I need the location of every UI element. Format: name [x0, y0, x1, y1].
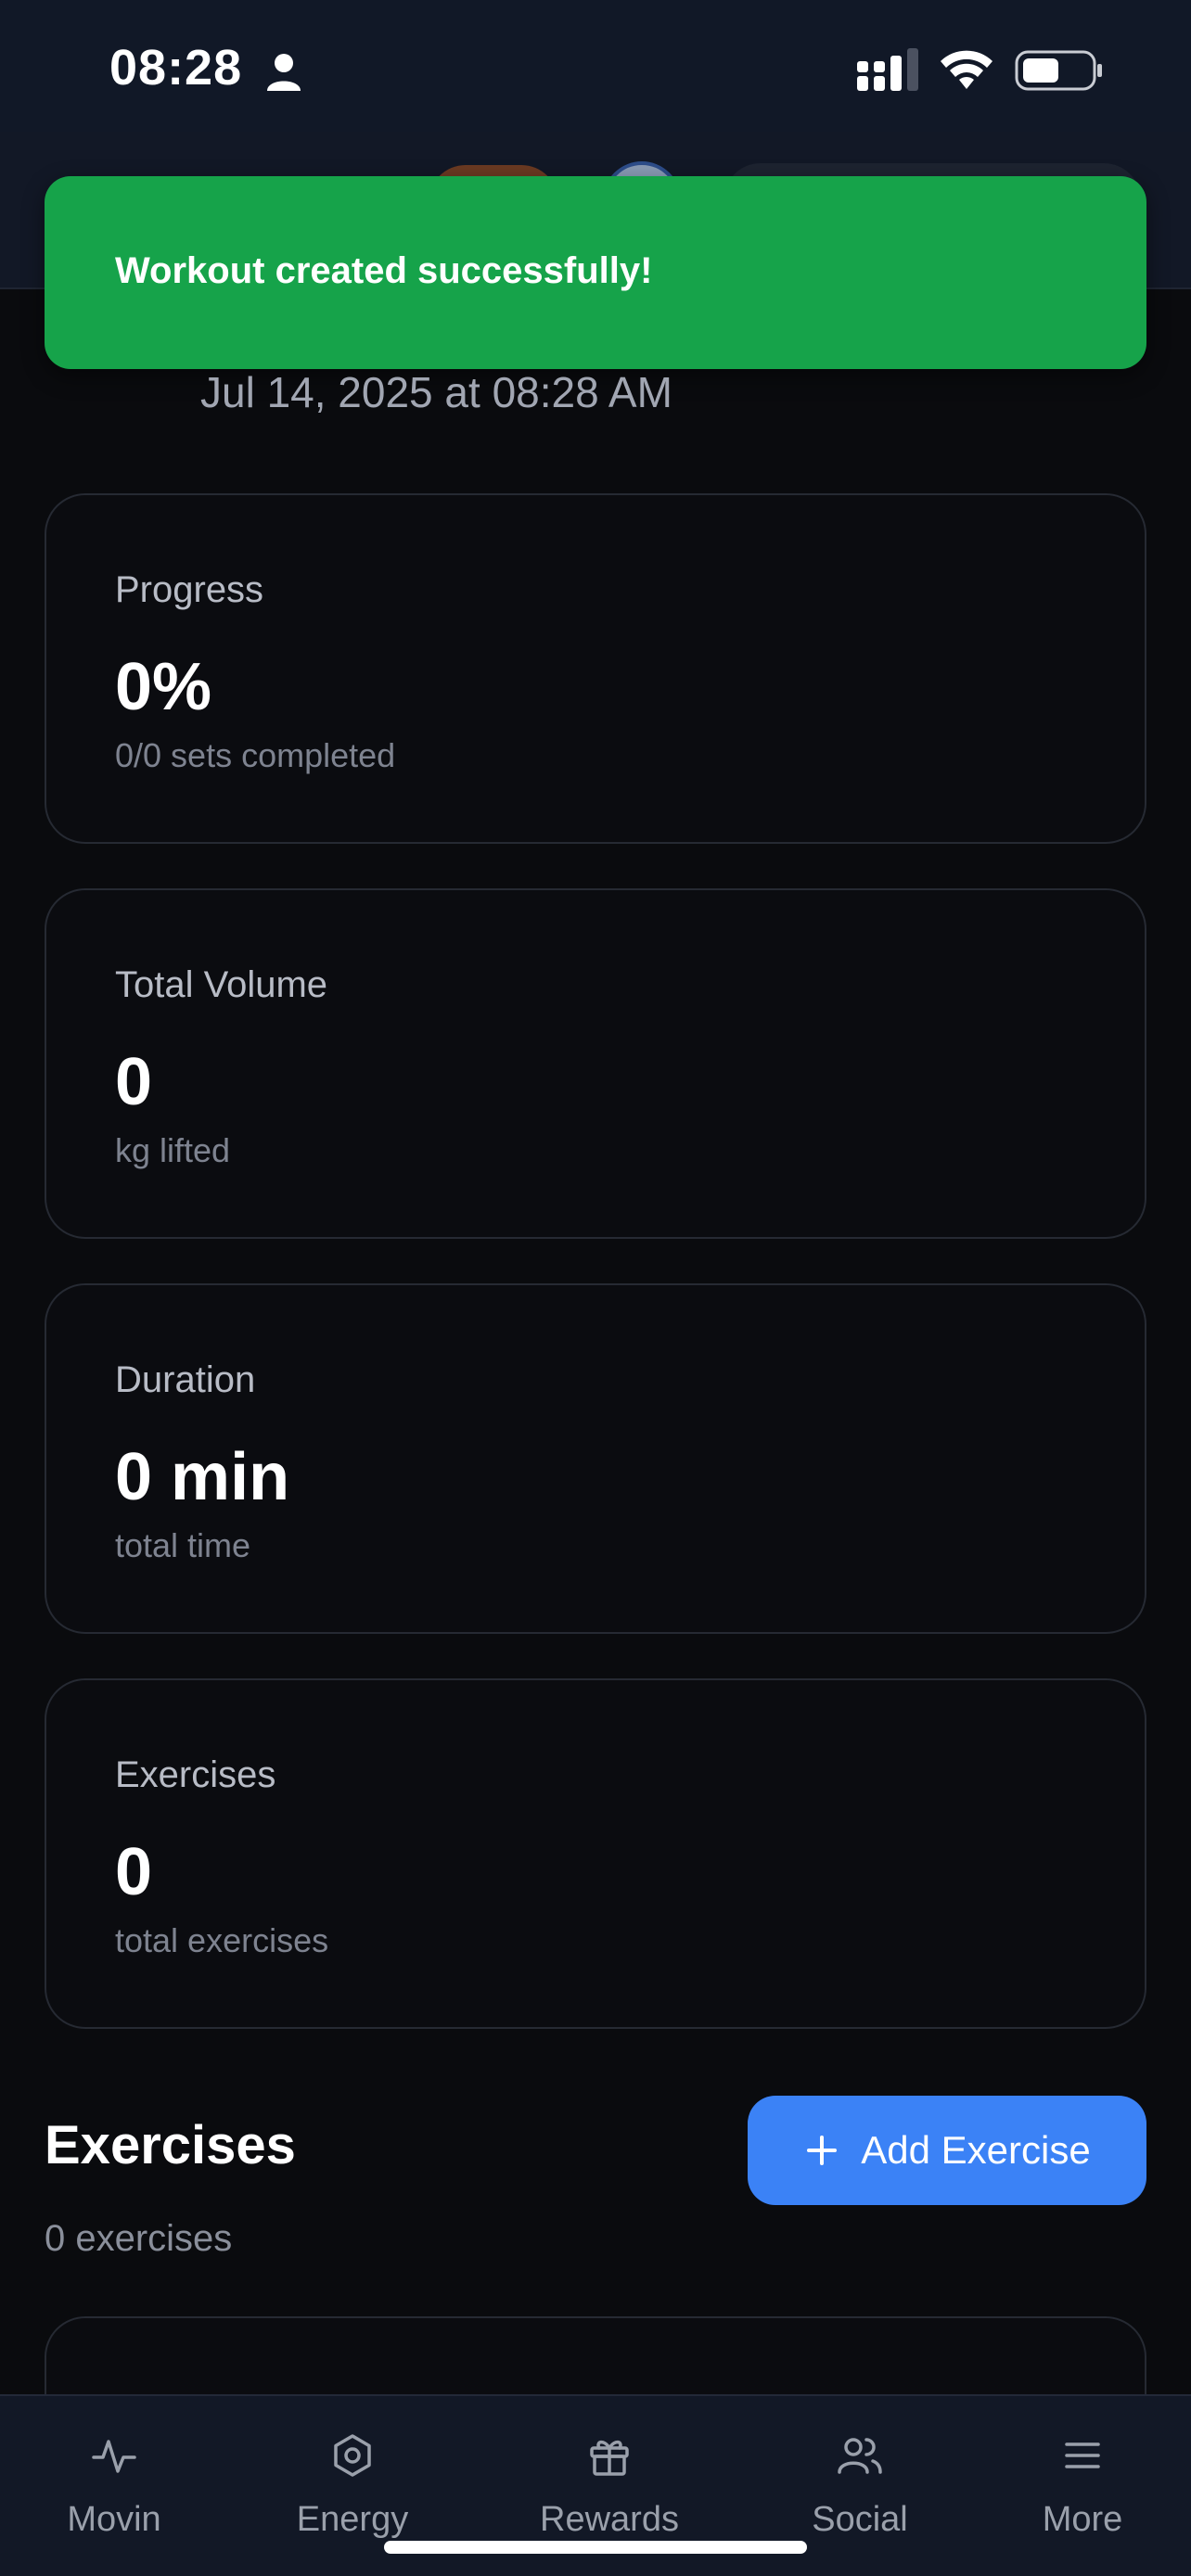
card-subtext: kg lifted	[115, 1131, 231, 1169]
exercises-card: Exercises 0 total exercises	[45, 1678, 1146, 2029]
card-label: Total Volume	[115, 964, 328, 1005]
plus-icon	[803, 2132, 840, 2169]
card-subtext: 0/0 sets completed	[115, 736, 396, 774]
card-subtext: total time	[115, 1526, 251, 1564]
nav-label: Social	[812, 2500, 908, 2539]
nav-item-more[interactable]: More	[980, 2396, 1185, 2576]
duration-card: Duration 0 min total time	[45, 1283, 1146, 1634]
card-value: 0 min	[115, 1440, 290, 1514]
exercise-count: 0 exercises	[45, 2218, 233, 2259]
card-subtext: total exercises	[115, 1921, 329, 1959]
success-toast[interactable]: Workout created successfully!	[45, 176, 1146, 369]
activity-icon	[91, 2428, 137, 2483]
menu-icon	[1059, 2428, 1106, 2483]
screen: 08:28 Workout created successfully! Jul …	[0, 0, 1191, 2576]
card-label: Duration	[115, 1359, 256, 1400]
toast-message: Workout created successfully!	[115, 250, 653, 291]
users-icon	[836, 2428, 884, 2483]
cellular-signal-icon	[855, 48, 920, 97]
status-time: 08:28	[109, 40, 243, 96]
nav-label: Rewards	[540, 2500, 679, 2539]
card-label: Exercises	[115, 1754, 276, 1795]
home-indicator[interactable]	[384, 2541, 807, 2554]
add-exercise-label: Add Exercise	[861, 2128, 1091, 2172]
nav-label: Energy	[296, 2500, 409, 2539]
battery-icon	[1015, 50, 1104, 96]
card-value: 0	[115, 1835, 153, 1909]
card-value: 0%	[115, 650, 212, 724]
card-value: 0	[115, 1045, 153, 1119]
workout-date: Jul 14, 2025 at 08:28 AM	[200, 368, 672, 416]
nav-label: Movin	[67, 2500, 161, 2539]
person-icon	[265, 52, 302, 97]
add-exercise-button[interactable]: Add Exercise	[748, 2096, 1146, 2205]
card-label: Progress	[115, 569, 264, 610]
hexagon-icon	[329, 2428, 376, 2483]
nav-item-movin[interactable]: Movin	[12, 2396, 216, 2576]
status-bar: 08:28	[0, 0, 1191, 132]
progress-card: Progress 0% 0/0 sets completed	[45, 493, 1146, 844]
exercises-section-title: Exercises	[45, 2115, 296, 2175]
nav-label: More	[1042, 2500, 1123, 2539]
total-volume-card: Total Volume 0 kg lifted	[45, 888, 1146, 1239]
wifi-icon	[939, 48, 994, 96]
gift-icon	[586, 2428, 633, 2483]
